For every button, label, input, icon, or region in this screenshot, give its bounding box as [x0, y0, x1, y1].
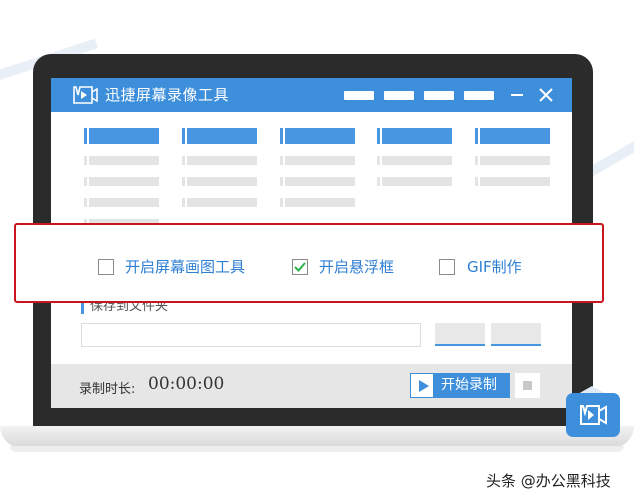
- settings-column: [182, 128, 257, 207]
- change-folder-button[interactable]: [435, 323, 485, 346]
- settings-column: [280, 128, 355, 207]
- watermark-text: 头条 @办公黑科技: [486, 472, 611, 490]
- toolbar-placeholder[interactable]: [464, 91, 494, 100]
- placeholder-row: [182, 156, 257, 165]
- duration-label: 录制时长:: [79, 382, 136, 397]
- placeholder-row: [475, 156, 550, 165]
- placeholder-header: [84, 128, 159, 144]
- save-folder-path-input[interactable]: [81, 323, 421, 347]
- title-bar: 迅捷屏幕录像工具: [51, 78, 572, 112]
- placeholder-header: [280, 128, 355, 144]
- app-title: 迅捷屏幕录像工具: [105, 86, 230, 104]
- placeholder-row: [84, 198, 159, 207]
- laptop-base: [0, 426, 634, 448]
- video-camera-icon: [72, 85, 98, 109]
- placeholder-header: [377, 128, 452, 144]
- placeholder-row: [182, 177, 257, 186]
- settings-column: [84, 128, 159, 228]
- duration-value: 00:00:00: [148, 374, 225, 394]
- placeholder-row: [84, 177, 159, 186]
- options-highlight-panel: 开启屏幕画图工具 开启悬浮框 GIF制作: [14, 223, 604, 303]
- laptop-base-shadow: [10, 446, 624, 452]
- placeholder-header: [475, 128, 550, 144]
- placeholder-row: [475, 177, 550, 186]
- checkbox-floating-window[interactable]: [292, 259, 308, 275]
- toolbar-placeholder[interactable]: [424, 91, 454, 100]
- option-gif-label: GIF制作: [467, 258, 522, 276]
- checkbox-gif[interactable]: [439, 259, 455, 275]
- placeholder-row: [182, 198, 257, 207]
- start-recording-label: 开始录制: [441, 377, 497, 393]
- toolbar-placeholder[interactable]: [384, 91, 414, 100]
- close-icon[interactable]: [537, 86, 555, 104]
- stop-recording-button[interactable]: [515, 373, 540, 398]
- placeholder-row: [377, 156, 452, 165]
- placeholder-row: [280, 156, 355, 165]
- option-draw-tool-label: 开启屏幕画图工具: [125, 258, 246, 276]
- floating-recorder-icon[interactable]: [566, 393, 620, 437]
- start-recording-button[interactable]: 开始录制: [410, 373, 510, 398]
- play-icon: [410, 373, 434, 398]
- settings-column: [475, 128, 550, 186]
- open-folder-button[interactable]: [491, 323, 541, 346]
- placeholder-row: [377, 177, 452, 186]
- toolbar-placeholder[interactable]: [344, 91, 374, 100]
- checkmark-icon: [294, 262, 306, 272]
- settings-column: [377, 128, 452, 186]
- option-floating-window-label: 开启悬浮框: [319, 258, 395, 276]
- minimize-icon[interactable]: [508, 86, 526, 104]
- placeholder-row: [84, 156, 159, 165]
- checkbox-draw-tool[interactable]: [98, 259, 114, 275]
- bottom-bar: 录制时长: 00:00:00 开始录制: [51, 364, 572, 408]
- placeholder-row: [280, 177, 355, 186]
- placeholder-row: [280, 198, 355, 207]
- placeholder-header: [182, 128, 257, 144]
- video-camera-icon: [580, 405, 607, 425]
